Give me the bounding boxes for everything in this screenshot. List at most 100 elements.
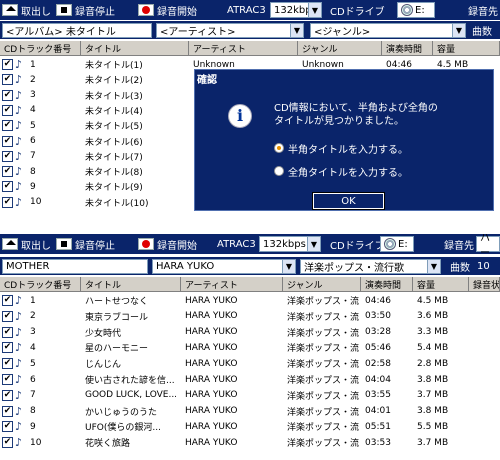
table-row[interactable]: ✔ ♪ 2 東京ラブコール HARA YUKO 洋楽ポップス・流 03:50 3.6 MB (0, 309, 500, 324)
cell-size: 2.8 MB (417, 358, 449, 369)
table-row[interactable]: ✔ ♪ 8 かいじゅうのうた HARA YUKO 洋楽ポップス・流 04:01 3.8 MB (0, 404, 500, 419)
cd-drive-select[interactable]: E: (380, 236, 414, 252)
chevron-down-icon[interactable]: ▼ (290, 24, 303, 37)
genre-field[interactable]: 洋楽ポップス・流行歌 ▼ (300, 259, 441, 274)
chevron-down-icon[interactable]: ▼ (282, 260, 295, 273)
album-input[interactable]: MOTHER (2, 259, 148, 274)
cell-time: 04:01 (365, 406, 391, 417)
cell-size: 3.6 MB (417, 311, 449, 322)
col-artist[interactable]: アーティスト (189, 41, 298, 56)
fullwidth-title-option[interactable]: 全角タイトルを入力する。 (274, 164, 408, 179)
music-note-icon: ♪ (15, 165, 23, 179)
bitrate-select[interactable]: 132kbps ▼ (259, 236, 321, 252)
table-row[interactable]: ✔ ♪ 1 ハートせつなく HARA YUKO 洋楽ポップス・流 04:46 4.5 MB (0, 293, 500, 308)
track-checkbox[interactable]: ✔ (2, 181, 13, 193)
track-checkbox[interactable]: ✔ (2, 389, 13, 401)
cell-time: 04:04 (365, 374, 391, 385)
table-row[interactable]: ✔ ♪ 6 使い古された諺を信... HARA YUKO 洋楽ポップス・流 04:04 3.8… (0, 372, 500, 387)
artist-field[interactable]: HARA YUKO ▼ (152, 259, 296, 274)
col-track-no[interactable]: CDトラック番号 (0, 277, 81, 292)
col-artist[interactable]: アーティスト (181, 277, 283, 292)
music-note-icon: ♪ (15, 357, 23, 371)
track-checkbox[interactable]: ✔ (2, 150, 13, 162)
cell-title: 未タイトル(1) (85, 61, 143, 71)
track-checkbox[interactable]: ✔ (2, 405, 13, 417)
track-checkbox[interactable]: ✔ (2, 437, 13, 449)
genre-field[interactable]: <ジャンル> ▼ (310, 23, 466, 38)
chevron-down-icon[interactable]: ▼ (307, 237, 320, 251)
artist-field[interactable]: <アーティスト> ▼ (156, 23, 304, 38)
cell-title: 未タイトル(7) (85, 152, 143, 163)
cd-drive-label: CDドライブ (330, 6, 385, 18)
track-checkbox[interactable]: ✔ (2, 342, 13, 354)
col-duration[interactable]: 演奏時間 (382, 41, 433, 56)
track-checkbox[interactable]: ✔ (2, 89, 13, 101)
cell-artist: HARA YUKO (185, 327, 238, 338)
track-checkbox[interactable]: ✔ (2, 59, 13, 70)
cell-genre: 洋楽ポップス・流 (287, 423, 360, 434)
cd-drive-select[interactable]: E: (397, 2, 435, 18)
confirm-dialog: 確認 i CD情報において、半角および全角の タイトルが見つかりました。 半角タ… (193, 68, 495, 212)
cell-no: 2 (30, 311, 36, 322)
artist-value: HARA YUKO (156, 261, 215, 272)
table-row[interactable]: ✔ ♪ 7 GOOD LUCK, LOVE... HARA YUKO 洋楽ポップス・流 03… (0, 388, 500, 403)
track-checkbox[interactable]: ✔ (2, 104, 13, 116)
genre-value: <ジャンル> (314, 27, 371, 38)
cell-title: 未タイトル(4) (85, 106, 143, 117)
track-checkbox[interactable]: ✔ (2, 326, 13, 338)
track-checkbox[interactable]: ✔ (2, 74, 13, 86)
radio-unselected-icon[interactable] (274, 166, 284, 176)
track-checkbox[interactable]: ✔ (2, 135, 13, 147)
table-row[interactable]: ✔ ♪ 5 じんじん HARA YUKO 洋楽ポップス・流 02:58 2.8 MB (0, 356, 500, 371)
track-checkbox[interactable]: ✔ (2, 310, 13, 322)
col-genre[interactable]: ジャンル (283, 277, 361, 292)
cell-artist: HARA YUKO (185, 342, 238, 353)
track-checkbox[interactable]: ✔ (2, 421, 13, 433)
eject-button[interactable]: 取出し (2, 236, 51, 252)
cell-title: 未タイトル(8) (85, 168, 143, 179)
option1-label: 半角タイトルを入力する。 (288, 144, 408, 156)
track-checkbox[interactable]: ✔ (2, 196, 13, 208)
col-title[interactable]: タイトル (81, 41, 189, 56)
track-checkbox[interactable]: ✔ (2, 374, 13, 385)
col-record-status[interactable]: 録音状 (469, 277, 500, 292)
track-count-label: 曲数 (450, 263, 470, 274)
cell-genre: 洋楽ポップス・流 (287, 376, 360, 386)
col-duration[interactable]: 演奏時間 (361, 277, 413, 292)
album-input[interactable]: <アルバム> 未タイトル (2, 23, 152, 38)
chevron-down-icon[interactable]: ▼ (452, 24, 465, 37)
table-row[interactable]: ✔ ♪ 3 少女時代 HARA YUKO 洋楽ポップス・流 03:28 3.3 MB (0, 325, 500, 340)
eject-icon (2, 238, 18, 250)
col-genre[interactable]: ジャンル (298, 41, 382, 56)
cell-no: 4 (30, 342, 36, 353)
col-size[interactable]: 容量 (413, 277, 469, 292)
col-track-no[interactable]: CDトラック番号 (0, 41, 81, 56)
eject-button[interactable]: 取出し (2, 2, 51, 18)
table-row[interactable]: ✔ ♪ 4 星のハーモニー HARA YUKO 洋楽ポップス・流 05:46 5.4 MB (0, 340, 500, 355)
col-title[interactable]: タイトル (81, 277, 181, 292)
stop-recording-button[interactable]: 録音停止 (56, 236, 115, 252)
table-row[interactable]: ✔ ♪ 9 UFO(僕らの銀河... HARA YUKO 洋楽ポップス・流 05:51 5.5… (0, 419, 500, 434)
track-checkbox[interactable]: ✔ (2, 358, 13, 370)
music-note-icon: ♪ (15, 325, 23, 339)
track-checkbox[interactable]: ✔ (2, 295, 13, 306)
start-recording-button[interactable]: 録音開始 (138, 2, 197, 18)
eject-label: 取出し (21, 240, 51, 252)
chevron-down-icon[interactable]: ▼ (427, 260, 440, 273)
table-row[interactable]: ✔ ♪ 10 花咲く旅路 HARA YUKO 洋楽ポップス・流 03:53 3.7 MB (0, 435, 500, 450)
start-recording-button[interactable]: 録音開始 (138, 236, 197, 252)
ok-button[interactable]: OK (312, 192, 385, 210)
col-size[interactable]: 容量 (433, 41, 500, 56)
bitrate-select[interactable]: 132kbps ▼ (270, 2, 322, 18)
destination-select[interactable]: ハー (476, 234, 500, 259)
track-checkbox[interactable]: ✔ (2, 166, 13, 178)
halfwidth-title-option[interactable]: 半角タイトルを入力する。 (274, 141, 408, 156)
music-note-icon: ♪ (15, 73, 23, 87)
cd-drive-value: E: (398, 238, 408, 250)
cell-time: 02:58 (365, 358, 391, 369)
cell-artist: HARA YUKO (185, 406, 238, 417)
stop-recording-button[interactable]: 録音停止 (56, 2, 115, 18)
radio-selected-icon[interactable] (274, 143, 284, 153)
track-checkbox[interactable]: ✔ (2, 120, 13, 132)
chevron-down-icon[interactable]: ▼ (308, 3, 321, 17)
